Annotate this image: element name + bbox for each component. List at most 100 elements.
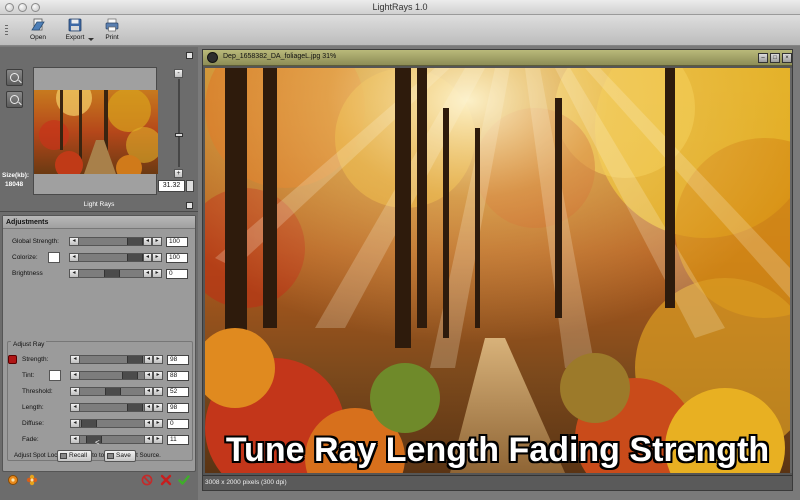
colorize-value[interactable]: 100	[166, 253, 188, 263]
slider-right-step[interactable]: ▸	[152, 238, 161, 245]
slider-left-arrow[interactable]: ◂	[71, 356, 80, 363]
slider-left-step[interactable]: ◂	[144, 356, 153, 363]
colorize-color-swatch[interactable]	[48, 252, 60, 263]
light-rays-title: Light Rays	[83, 201, 115, 208]
light-rays-restore-icon[interactable]	[186, 202, 193, 209]
slider-right-step[interactable]: ▸	[153, 420, 162, 427]
threshold-value[interactable]: 52	[167, 387, 189, 397]
tint-slider[interactable]: ◂ ◂ ▸	[70, 371, 163, 380]
recall-button[interactable]: Recall	[57, 450, 93, 462]
length-slider[interactable]: ◂ ◂ ▸	[70, 403, 163, 412]
zoom-out-button[interactable]	[6, 69, 23, 86]
length-value[interactable]: 98	[167, 403, 189, 413]
slider-thumb[interactable]	[103, 270, 120, 277]
photo-canvas[interactable]: Tune Ray Length Fading Strength	[205, 68, 790, 473]
slider-thumb[interactable]	[127, 356, 144, 363]
print-button[interactable]: Print	[97, 16, 127, 44]
slider-left-arrow[interactable]: ◂	[71, 436, 80, 443]
save-disk-icon	[68, 18, 82, 32]
slider-left-arrow[interactable]: ◂	[70, 254, 79, 261]
image-maximize-button[interactable]: □	[770, 53, 780, 63]
zoom-slider-thumb[interactable]	[175, 133, 183, 138]
slider-left-step[interactable]: ◂	[143, 270, 152, 277]
zoom-in-button[interactable]	[6, 91, 23, 108]
zoom-value-field[interactable]: 31.32	[158, 180, 185, 192]
slider-left-arrow[interactable]: ◂	[71, 420, 80, 427]
zoom-slider-minus[interactable]: -	[174, 69, 183, 78]
colorize-label: Colorize:	[12, 254, 38, 261]
thumbnail-image	[34, 90, 158, 174]
slider-left-arrow[interactable]: ◂	[71, 404, 80, 411]
slider-right-step[interactable]: ▸	[153, 388, 162, 395]
export-button[interactable]: Export	[60, 16, 90, 44]
length-row: Length: ◂ ◂ ▸ 98	[4, 402, 196, 414]
slider-left-step[interactable]: ◂	[144, 420, 153, 427]
ray-color-swatch[interactable]	[8, 355, 17, 364]
reset-icon[interactable]	[141, 474, 153, 486]
slider-left-arrow[interactable]: ◂	[70, 238, 79, 245]
brightness-value[interactable]: 0	[166, 269, 188, 279]
global-strength-slider[interactable]: ◂ ◂ ▸	[69, 237, 162, 246]
global-strength-value[interactable]: 100	[166, 237, 188, 247]
zoom-slider[interactable]: - +	[174, 67, 184, 179]
zoom-out-icon	[10, 73, 19, 82]
fade-value[interactable]: 11	[167, 435, 189, 445]
strength-row: Strength: ◂ ◂ ▸ 98	[4, 354, 196, 366]
apply-check-icon[interactable]	[178, 474, 190, 486]
slider-thumb[interactable]	[127, 404, 144, 411]
tint-value[interactable]: 88	[167, 371, 189, 381]
diffuse-slider[interactable]: ◂ ◂ ▸	[70, 419, 163, 428]
save-button[interactable]: Save	[104, 450, 136, 462]
image-minimize-button[interactable]: –	[758, 53, 768, 63]
recall-icon	[60, 453, 67, 459]
image-window: Dep_1658382_DA_foliageL.jpg 31% – □ × Tu…	[202, 49, 793, 491]
slider-right-step[interactable]: ▸	[153, 404, 162, 411]
export-label: Export	[65, 34, 85, 41]
image-close-button[interactable]: ×	[782, 53, 792, 63]
export-dropdown-arrow[interactable]	[88, 38, 94, 41]
slider-thumb[interactable]	[105, 388, 122, 395]
strength-slider[interactable]: ◂ ◂ ▸	[70, 355, 163, 364]
collapse-panel-button[interactable]: <	[95, 438, 100, 447]
zoom-stepper[interactable]	[186, 180, 194, 192]
diffuse-value[interactable]: 0	[167, 419, 189, 429]
slider-right-step[interactable]: ▸	[153, 372, 162, 379]
slider-thumb[interactable]	[127, 238, 143, 245]
window-title: LightRays 1.0	[372, 2, 428, 12]
slider-left-arrow[interactable]: ◂	[71, 372, 80, 379]
slider-right-step[interactable]: ▸	[152, 270, 161, 277]
colorize-slider[interactable]: ◂ ◂ ▸	[69, 253, 162, 262]
slider-right-step[interactable]: ▸	[153, 436, 162, 443]
open-file-icon	[31, 18, 45, 31]
slider-right-step[interactable]: ▸	[152, 254, 161, 261]
strength-value[interactable]: 98	[167, 355, 189, 365]
flower-settings-icon[interactable]	[26, 474, 38, 486]
zoom-slider-plus[interactable]: +	[174, 169, 183, 178]
slider-thumb[interactable]	[122, 372, 139, 379]
cancel-x-icon[interactable]	[160, 474, 172, 486]
brightness-slider[interactable]: ◂ ◂ ▸	[69, 269, 162, 278]
slider-left-step[interactable]: ◂	[144, 372, 153, 379]
slider-right-step[interactable]: ▸	[153, 356, 162, 363]
open-button[interactable]: Open	[23, 16, 53, 44]
threshold-slider[interactable]: ◂ ◂ ▸	[70, 387, 163, 396]
navigator-thumbnail[interactable]	[33, 67, 158, 195]
tint-color-swatch[interactable]	[49, 370, 61, 381]
image-window-title: Dep_1658382_DA_foliageL.jpg 31%	[223, 53, 337, 60]
toolbar-grip	[5, 25, 8, 37]
slider-left-step[interactable]: ◂	[144, 404, 153, 411]
slider-left-arrow[interactable]: ◂	[70, 270, 79, 277]
slider-thumb[interactable]	[81, 420, 97, 427]
slider-left-step[interactable]: ◂	[144, 436, 153, 443]
slider-left-step[interactable]: ◂	[143, 238, 152, 245]
slider-thumb[interactable]	[127, 254, 143, 261]
fade-label: Fade:	[22, 436, 39, 443]
gear-orange-icon[interactable]	[7, 474, 19, 486]
slider-left-arrow[interactable]: ◂	[71, 388, 80, 395]
slider-left-step[interactable]: ◂	[143, 254, 152, 261]
fade-slider[interactable]: ◂ ◂ ▸	[70, 435, 163, 444]
image-scrollbar[interactable]	[790, 68, 792, 473]
slider-left-step[interactable]: ◂	[144, 388, 153, 395]
open-label: Open	[30, 34, 46, 41]
navigator-restore-icon[interactable]	[186, 52, 193, 59]
